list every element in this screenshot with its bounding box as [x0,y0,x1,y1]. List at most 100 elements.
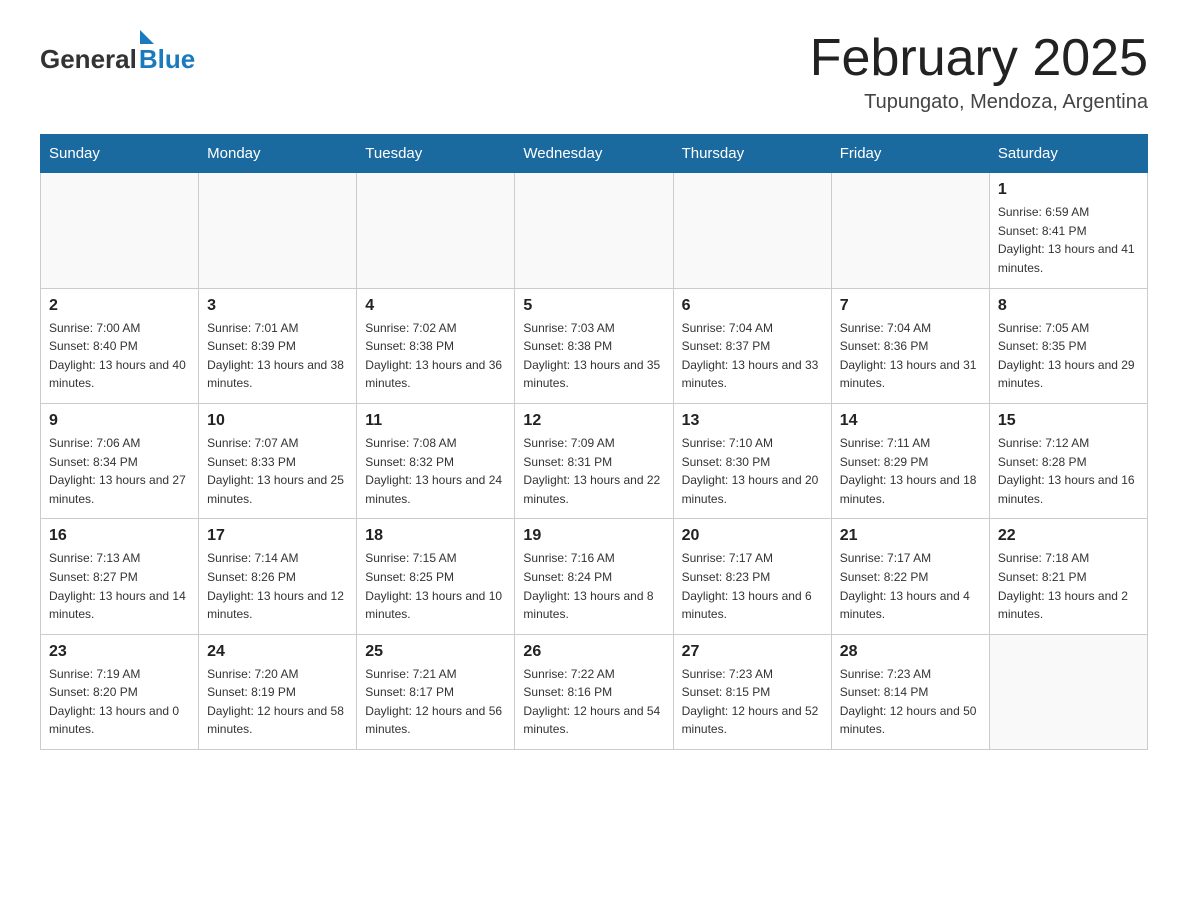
calendar-cell: 18Sunrise: 7:15 AM Sunset: 8:25 PM Dayli… [357,519,515,634]
weekday-header-sunday: Sunday [41,135,199,173]
calendar-title-area: February 2025 Tupungato, Mendoza, Argent… [810,30,1148,114]
week-row-5: 23 Sunrise: 7:19 AM Sunset: 8:20 PM Dayli… [41,634,1148,749]
day-info: Sunrise: 7:16 AM Sunset: 8:24 PM Dayligh… [523,549,664,623]
logo-triangle-icon [140,30,154,44]
day-number: 11 [365,412,506,430]
calendar-cell: 23 Sunrise: 7:19 AM Sunset: 8:20 PM Dayli… [41,634,199,749]
calendar-cell [515,173,673,288]
weekday-header-tuesday: Tuesday [357,135,515,173]
day-info: Sunrise: 7:21 AM Sunset: 8:17 PM Dayligh… [365,665,506,739]
weekday-header-friday: Friday [831,135,989,173]
calendar-cell: 6 Sunrise: 7:04 AM Sunset: 8:37 PM Daylig… [673,288,831,403]
day-info: Sunrise: 7:14 AM Sunset: 8:26 PM Dayligh… [207,549,348,623]
day-info: Sunrise: 7:05 AM Sunset: 8:35 PM Dayligh… [998,319,1139,393]
day-number: 4 [365,297,506,315]
day-info: Sunrise: 7:04 AM Sunset: 8:37 PM Dayligh… [682,319,823,393]
day-info: Sunrise: 7:11 AM Sunset: 8:29 PM Dayligh… [840,434,981,508]
day-number: 12 [523,412,664,430]
calendar-subtitle: Tupungato, Mendoza, Argentina [810,91,1148,114]
day-info: Sunrise: 7:01 AM Sunset: 8:39 PM Dayligh… [207,319,348,393]
day-info: Sunrise: 7:06 AM Sunset: 8:34 PM Dayligh… [49,434,190,508]
calendar-cell: 28 Sunrise: 7:23 AM Sunset: 8:14 PM Dayli… [831,634,989,749]
logo: General Blue [40,30,195,75]
calendar-cell: 19Sunrise: 7:16 AM Sunset: 8:24 PM Dayli… [515,519,673,634]
week-row-1: 1 Sunrise: 6:59 AM Sunset: 8:41 PM Daylig… [41,173,1148,288]
day-info: Sunrise: 7:07 AM Sunset: 8:33 PM Dayligh… [207,434,348,508]
day-number: 24 [207,643,348,661]
day-number: 3 [207,297,348,315]
calendar-cell: 17Sunrise: 7:14 AM Sunset: 8:26 PM Dayli… [199,519,357,634]
calendar-cell: 7 Sunrise: 7:04 AM Sunset: 8:36 PM Daylig… [831,288,989,403]
weekday-header-row: SundayMondayTuesdayWednesdayThursdayFrid… [41,135,1148,173]
day-number: 26 [523,643,664,661]
day-info: Sunrise: 7:20 AM Sunset: 8:19 PM Dayligh… [207,665,348,739]
day-info: Sunrise: 7:17 AM Sunset: 8:23 PM Dayligh… [682,549,823,623]
day-number: 1 [998,181,1139,199]
calendar-cell: 1 Sunrise: 6:59 AM Sunset: 8:41 PM Daylig… [989,173,1147,288]
day-number: 18 [365,527,506,545]
day-number: 20 [682,527,823,545]
day-number: 15 [998,412,1139,430]
day-info: Sunrise: 7:17 AM Sunset: 8:22 PM Dayligh… [840,549,981,623]
calendar-cell [357,173,515,288]
day-info: Sunrise: 7:12 AM Sunset: 8:28 PM Dayligh… [998,434,1139,508]
day-info: Sunrise: 7:13 AM Sunset: 8:27 PM Dayligh… [49,549,190,623]
day-info: Sunrise: 7:19 AM Sunset: 8:20 PM Dayligh… [49,665,190,739]
calendar-table: SundayMondayTuesdayWednesdayThursdayFrid… [40,134,1148,750]
calendar-cell: 14 Sunrise: 7:11 AM Sunset: 8:29 PM Dayli… [831,403,989,518]
day-info: Sunrise: 7:00 AM Sunset: 8:40 PM Dayligh… [49,319,190,393]
day-number: 6 [682,297,823,315]
calendar-cell: 8 Sunrise: 7:05 AM Sunset: 8:35 PM Daylig… [989,288,1147,403]
day-number: 14 [840,412,981,430]
day-number: 22 [998,527,1139,545]
day-info: Sunrise: 7:02 AM Sunset: 8:38 PM Dayligh… [365,319,506,393]
calendar-cell: 24 Sunrise: 7:20 AM Sunset: 8:19 PM Dayli… [199,634,357,749]
calendar-cell: 2Sunrise: 7:00 AM Sunset: 8:40 PM Daylig… [41,288,199,403]
day-number: 5 [523,297,664,315]
day-info: Sunrise: 7:03 AM Sunset: 8:38 PM Dayligh… [523,319,664,393]
calendar-cell: 16 Sunrise: 7:13 AM Sunset: 8:27 PM Dayli… [41,519,199,634]
day-number: 7 [840,297,981,315]
weekday-header-thursday: Thursday [673,135,831,173]
calendar-cell: 10 Sunrise: 7:07 AM Sunset: 8:33 PM Dayli… [199,403,357,518]
day-info: Sunrise: 7:08 AM Sunset: 8:32 PM Dayligh… [365,434,506,508]
calendar-cell: 27Sunrise: 7:23 AM Sunset: 8:15 PM Dayli… [673,634,831,749]
day-number: 16 [49,527,190,545]
day-number: 10 [207,412,348,430]
calendar-cell: 25 Sunrise: 7:21 AM Sunset: 8:17 PM Dayli… [357,634,515,749]
day-info: Sunrise: 7:09 AM Sunset: 8:31 PM Dayligh… [523,434,664,508]
day-number: 25 [365,643,506,661]
calendar-cell [41,173,199,288]
weekday-header-wednesday: Wednesday [515,135,673,173]
day-info: Sunrise: 7:04 AM Sunset: 8:36 PM Dayligh… [840,319,981,393]
weekday-header-saturday: Saturday [989,135,1147,173]
calendar-cell [199,173,357,288]
logo-general-text: General [40,44,137,75]
day-number: 9 [49,412,190,430]
calendar-cell [831,173,989,288]
day-info: Sunrise: 6:59 AM Sunset: 8:41 PM Dayligh… [998,203,1139,277]
calendar-cell: 3 Sunrise: 7:01 AM Sunset: 8:39 PM Daylig… [199,288,357,403]
calendar-cell: 4 Sunrise: 7:02 AM Sunset: 8:38 PM Daylig… [357,288,515,403]
day-info: Sunrise: 7:18 AM Sunset: 8:21 PM Dayligh… [998,549,1139,623]
calendar-cell: 20 Sunrise: 7:17 AM Sunset: 8:23 PM Dayli… [673,519,831,634]
calendar-cell: 15 Sunrise: 7:12 AM Sunset: 8:28 PM Dayli… [989,403,1147,518]
calendar-cell: 5 Sunrise: 7:03 AM Sunset: 8:38 PM Daylig… [515,288,673,403]
calendar-cell: 21 Sunrise: 7:17 AM Sunset: 8:22 PM Dayli… [831,519,989,634]
day-number: 28 [840,643,981,661]
day-info: Sunrise: 7:10 AM Sunset: 8:30 PM Dayligh… [682,434,823,508]
calendar-title: February 2025 [810,30,1148,87]
calendar-cell: 12 Sunrise: 7:09 AM Sunset: 8:31 PM Dayli… [515,403,673,518]
day-number: 13 [682,412,823,430]
calendar-cell [989,634,1147,749]
day-info: Sunrise: 7:23 AM Sunset: 8:14 PM Dayligh… [840,665,981,739]
calendar-cell: 13 Sunrise: 7:10 AM Sunset: 8:30 PM Dayli… [673,403,831,518]
week-row-4: 16 Sunrise: 7:13 AM Sunset: 8:27 PM Dayli… [41,519,1148,634]
calendar-cell [673,173,831,288]
logo-blue-text: Blue [139,44,195,75]
day-number: 27 [682,643,823,661]
day-info: Sunrise: 7:22 AM Sunset: 8:16 PM Dayligh… [523,665,664,739]
day-number: 21 [840,527,981,545]
day-number: 23 [49,643,190,661]
day-number: 8 [998,297,1139,315]
